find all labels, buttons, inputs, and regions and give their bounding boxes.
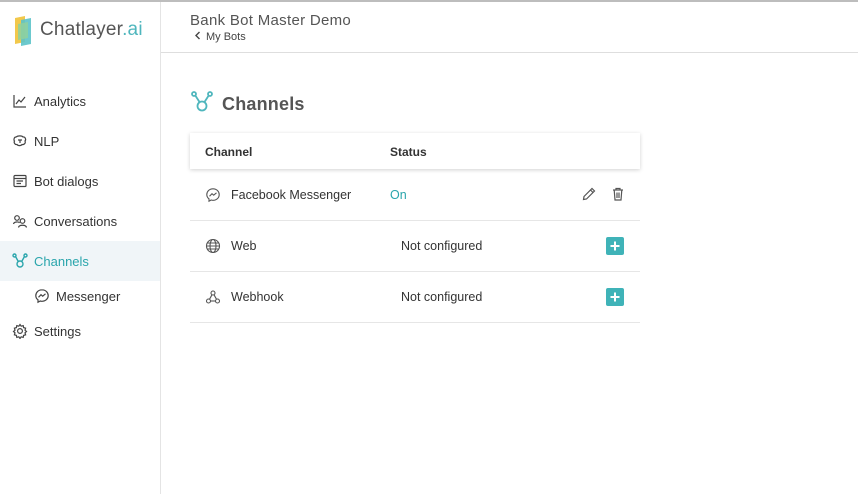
- sidebar-item-settings[interactable]: Settings: [0, 311, 160, 351]
- logo-text: Chatlayer.ai: [40, 19, 143, 40]
- sidebar-item-analytics[interactable]: Analytics: [0, 81, 160, 121]
- sidebar-item-label: Messenger: [56, 288, 121, 304]
- sidebar-item-nlp[interactable]: NLP: [0, 121, 160, 161]
- channels-icon: [12, 253, 28, 269]
- channel-name: Webhook: [231, 290, 284, 304]
- channel-status: Not configured: [401, 290, 483, 304]
- dialog-icon: [12, 173, 28, 189]
- top-header: Bank Bot Master Demo My Bots: [161, 2, 858, 53]
- sidebar-item-label: Channels: [34, 253, 89, 269]
- messenger-icon: [34, 288, 50, 304]
- sidebar-item-label: Bot dialogs: [34, 173, 99, 189]
- logo[interactable]: Chatlayer.ai: [12, 14, 143, 46]
- table-row: Web Not configured: [190, 221, 640, 272]
- sidebar-item-channels[interactable]: Channels: [0, 241, 160, 281]
- back-link-label: My Bots: [206, 31, 246, 43]
- edit-icon[interactable]: [581, 186, 597, 202]
- sidebar: Chatlayer.ai Analytics NLP Bot dialogs C…: [0, 2, 161, 494]
- table-row: Facebook Messenger On: [190, 170, 640, 221]
- sidebar-item-bot-dialogs[interactable]: Bot dialogs: [0, 161, 160, 201]
- app: Chatlayer.ai Analytics NLP Bot dialogs C…: [0, 0, 858, 494]
- table-header: Channel Status: [190, 133, 640, 169]
- channels-icon: [191, 91, 213, 118]
- users-icon: [12, 213, 28, 229]
- page-title: Channels: [222, 94, 305, 114]
- chevron-left-icon: [194, 31, 201, 43]
- add-channel-button[interactable]: [606, 237, 624, 255]
- plus-icon: [610, 241, 620, 251]
- messenger-icon: [205, 187, 221, 203]
- column-header-status: Status: [390, 145, 427, 159]
- sidebar-item-messenger[interactable]: Messenger: [0, 281, 160, 311]
- sidebar-item-label: NLP: [34, 133, 60, 149]
- sidebar-item-label: Analytics: [34, 93, 87, 109]
- gear-icon: [12, 323, 28, 339]
- webhook-icon: [205, 289, 221, 305]
- back-to-my-bots-link[interactable]: My Bots: [194, 31, 246, 43]
- page-heading: Channels: [191, 91, 305, 118]
- brain-icon: [12, 133, 28, 149]
- channel-status: Not configured: [401, 239, 483, 253]
- sidebar-item-conversations[interactable]: Conversations: [0, 201, 160, 241]
- chart-line-icon: [12, 93, 28, 109]
- globe-icon: [205, 238, 221, 254]
- channel-status: On: [390, 188, 407, 202]
- table-row: Webhook Not configured: [190, 272, 640, 323]
- sidebar-item-label: Settings: [34, 323, 81, 339]
- channel-name: Facebook Messenger: [231, 188, 352, 202]
- sidebar-item-label: Conversations: [34, 213, 118, 229]
- channel-name: Web: [231, 239, 257, 253]
- add-channel-button[interactable]: [606, 288, 624, 306]
- bot-title: Bank Bot Master Demo: [190, 12, 352, 29]
- plus-icon: [610, 292, 620, 302]
- trash-icon[interactable]: [610, 186, 626, 202]
- sidebar-nav: Analytics NLP Bot dialogs Conversations …: [0, 81, 160, 351]
- chatlayer-logo-icon: [12, 14, 36, 46]
- column-header-channel: Channel: [205, 145, 253, 159]
